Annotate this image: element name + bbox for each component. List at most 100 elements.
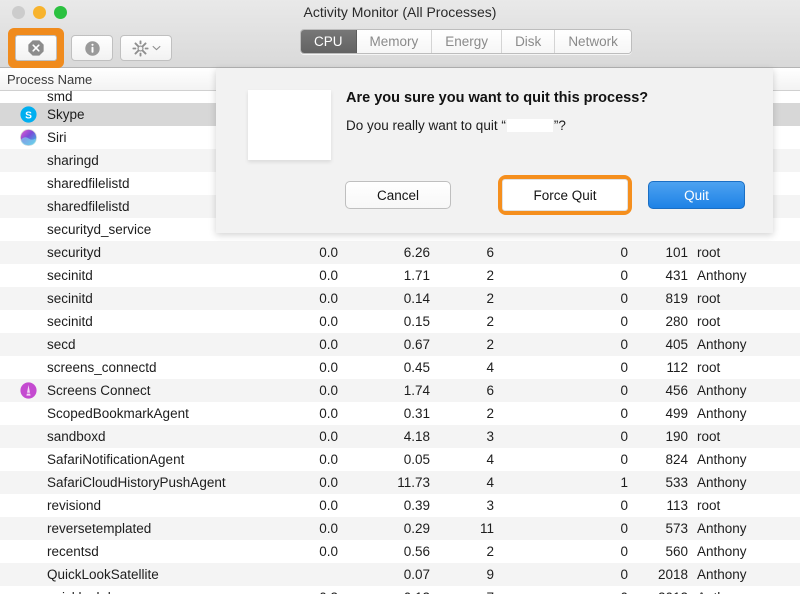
cell-threads: 2 [486, 544, 494, 559]
cell-threads: 2 [486, 337, 494, 352]
cell-idle-wake-ups: 0 [620, 521, 628, 536]
dialog-title: Are you sure you want to quit this proce… [346, 90, 649, 106]
table-row[interactable]: sandboxd 0.0 4.18 3 0 190 root [0, 425, 800, 448]
column-header-process-name[interactable]: Process Name [7, 68, 92, 91]
tab-disk[interactable]: Disk [502, 30, 556, 53]
cell-cpu-time: 1.74 [403, 383, 430, 398]
siri-icon [20, 129, 37, 146]
cell-idle-wake-ups: 0 [620, 268, 628, 283]
tab-network[interactable]: Network [555, 30, 631, 53]
cell-cpu-percent: 0.0 [319, 337, 338, 352]
cell-cpu-percent: 0.0 [319, 544, 338, 559]
dialog-message: Do you really want to quit “ ”? [346, 118, 566, 133]
table-row[interactable]: secinitd 0.0 0.14 2 0 819 root [0, 287, 800, 310]
view-options-button[interactable] [120, 35, 172, 61]
cell-cpu-time: 0.14 [403, 291, 430, 306]
tab-cpu[interactable]: CPU [301, 30, 357, 53]
inspect-process-button[interactable] [71, 35, 113, 61]
stop-process-button-focus-ring [8, 28, 64, 68]
force-quit-button[interactable]: Force Quit [502, 179, 628, 211]
cell-user: Anthony [697, 268, 747, 283]
cell-threads: 7 [450, 586, 494, 594]
cell-cpu-percent: 0.0 [319, 383, 338, 398]
cell-user: Anthony [697, 452, 747, 467]
cell-process-name: quicklookd [47, 586, 111, 594]
table-row[interactable]: screens_connectd 0.0 0.45 4 0 112 root [0, 356, 800, 379]
cell-cpu-time: 0.31 [403, 406, 430, 421]
table-row[interactable]: recentsd 0.0 0.56 2 0 560 Anthony [0, 540, 800, 563]
cell-process-name: secinitd [47, 291, 93, 306]
cell-pid: 533 [665, 475, 688, 490]
cell-cpu-time: 0.05 [403, 452, 430, 467]
tab-energy[interactable]: Energy [432, 30, 503, 53]
cell-user: Anthony [697, 337, 747, 352]
table-row[interactable]: secd 0.0 0.67 2 0 405 Anthony [0, 333, 800, 356]
cell-process-name: reversetemplated [47, 521, 152, 536]
cell-user: Anthony [697, 544, 747, 559]
table-row[interactable]: reversetemplated 0.0 0.29 11 0 573 Anthony [0, 517, 800, 540]
table-row[interactable]: QuickLookSatellite 0.07 9 0 2018 Anthony [0, 563, 800, 586]
cell-threads: 2 [486, 291, 494, 306]
cell-threads: 2 [486, 314, 494, 329]
force-quit-button-focus-ring: Force Quit [498, 175, 632, 215]
cell-cpu-percent: 0.0 [319, 291, 338, 306]
tab-memory[interactable]: Memory [356, 30, 433, 53]
redacted-process-name [506, 119, 553, 132]
cell-cpu-percent: 0.0 [319, 406, 338, 421]
cell-user: Anthony [697, 521, 747, 536]
cell-threads: 4 [486, 360, 494, 375]
app-icon-placeholder [248, 90, 331, 160]
cell-cpu-time: 0.12 [372, 586, 430, 594]
cell-process-name: revisiond [47, 498, 102, 513]
cell-user: root [697, 360, 721, 375]
table-row[interactable]: revisiond 0.0 0.39 3 0 113 root [0, 494, 800, 517]
quit-button[interactable]: Quit [648, 181, 745, 209]
cell-cpu-percent: 0.0 [319, 429, 338, 444]
table-row[interactable]: SafariNotificationAgent 0.0 0.05 4 0 824 Antho… [0, 448, 800, 471]
cell-threads: 4 [486, 475, 494, 490]
cell-user: Anthony [697, 586, 747, 594]
cell-pid: 2018 [657, 567, 688, 582]
cell-process-name: ScopedBookmarkAgent [47, 406, 189, 421]
table-row[interactable]: securityd 0.0 6.26 6 0 101 root [0, 241, 800, 264]
table-row[interactable]: SafariCloudHistoryPushAgent 0.0 11.73 4 1 533… [0, 471, 800, 494]
cell-pid: 573 [665, 521, 688, 536]
cancel-button[interactable]: Cancel [345, 181, 451, 209]
cell-idle-wake-ups: 0 [620, 544, 628, 559]
cell-user: Anthony [697, 475, 747, 490]
table-row[interactable]: secinitd 0.0 0.15 2 0 280 root [0, 310, 800, 333]
cell-cpu-percent: 0.3 [290, 586, 338, 594]
cell-threads: 6 [486, 383, 494, 398]
table-row[interactable]: secinitd 0.0 1.71 2 0 431 Anthony [0, 264, 800, 287]
gear-icon [132, 40, 148, 56]
cell-idle-wake-ups: 0 [620, 567, 628, 582]
cell-process-name: smd [47, 91, 73, 103]
dialog-message-prefix: Do you really want to quit “ [346, 118, 506, 133]
quit-confirmation-dialog: Are you sure you want to quit this proce… [216, 68, 773, 233]
stop-process-button[interactable] [15, 35, 57, 61]
cell-pid: 280 [665, 314, 688, 329]
cell-process-name: sharedfilelistd [47, 199, 130, 214]
table-row[interactable]: ScopedBookmarkAgent 0.0 0.31 2 0 499 Anthony [0, 402, 800, 425]
cell-cpu-percent: 0.0 [319, 268, 338, 283]
cell-process-name: Screens Connect [47, 383, 151, 398]
cell-pid: 819 [665, 291, 688, 306]
dialog-message-suffix: ”? [553, 118, 566, 133]
svg-text:S: S [25, 110, 32, 121]
cell-pid: 113 [666, 498, 688, 513]
cell-threads: 2 [486, 268, 494, 283]
cell-pid: 499 [665, 406, 688, 421]
table-row[interactable]: Screens Connect 0.0 1.74 6 0 456 Anthony [0, 379, 800, 402]
cell-pid: 456 [665, 383, 688, 398]
cell-process-name: screens_connectd [47, 360, 157, 375]
cell-process-name: SafariNotificationAgent [47, 452, 185, 467]
cell-threads: 2 [486, 406, 494, 421]
cell-cpu-percent: 0.0 [319, 245, 338, 260]
cell-cpu-time: 11.73 [397, 475, 430, 490]
cell-idle-wake-ups: 0 [620, 383, 628, 398]
table-row[interactable]: quicklookd 0.3 0.12 7 0 2012 Anthony [0, 586, 800, 594]
cell-cpu-time: 0.56 [403, 544, 430, 559]
cell-cpu-percent [290, 563, 338, 586]
cell-user: Anthony [697, 567, 747, 582]
cell-cpu-percent: 0.0 [319, 314, 338, 329]
